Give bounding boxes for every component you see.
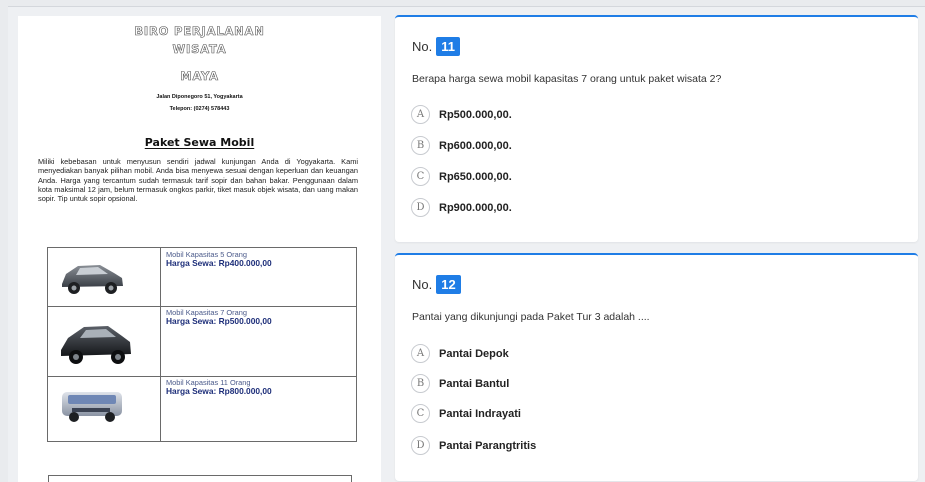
option-b[interactable]: B Pantai Bantul xyxy=(411,374,509,393)
option-letter-circle: B xyxy=(411,374,430,393)
option-c[interactable]: C Rp650.000,00. xyxy=(411,167,512,186)
table-row: Mobil Kapasitas 7 Orang Harga Sewa: Rp50… xyxy=(48,306,356,377)
car-5-seat-icon xyxy=(62,265,123,294)
question-number-badge: 12 xyxy=(436,275,461,294)
table-row: Mobil Kapasitas 11 Orang Harga Sewa: Rp8… xyxy=(48,376,356,441)
window-top-frame xyxy=(0,0,925,7)
option-text: Pantai Parangtritis xyxy=(439,439,537,452)
car-image xyxy=(48,306,161,376)
car-image xyxy=(48,376,161,441)
option-text: Pantai Depok xyxy=(439,347,509,360)
window-left-frame xyxy=(0,6,8,482)
option-letter-circle: D xyxy=(411,436,430,455)
question-text: Pantai yang dikunjungi pada Paket Tur 3 … xyxy=(412,311,650,323)
option-text: Rp500.000,00. xyxy=(439,108,512,121)
option-letter-circle: A xyxy=(411,344,430,363)
option-letter-circle: B xyxy=(411,136,430,155)
doc-title-line1: BIRO PERJALANAN xyxy=(134,24,265,38)
option-letter-circle: C xyxy=(411,167,430,186)
car-11-seat-icon xyxy=(62,392,122,422)
option-text: Pantai Bantul xyxy=(439,377,510,390)
car-image xyxy=(48,248,161,306)
option-text: Rp900.000,00. xyxy=(439,201,512,214)
reading-document: BIRO PERJALANAN WISATA MAYA Jalan Dipone… xyxy=(18,16,381,482)
option-text: Rp650.000,00. xyxy=(439,170,512,183)
option-letter-circle: D xyxy=(411,198,430,217)
next-table-top xyxy=(48,475,352,482)
doc-address: Jalan Diponegoro 51, Yogyakarta xyxy=(156,94,243,100)
doc-paragraph: Miliki kebebasan untuk menyusun sendiri … xyxy=(38,157,358,204)
car-price: Harga Sewa: Rp500.000,00 xyxy=(166,316,272,326)
doc-title-line3: MAYA xyxy=(180,69,219,83)
doc-title-line2: WISATA xyxy=(172,42,227,56)
table-row: Mobil Kapasitas 5 Orang Harga Sewa: Rp40… xyxy=(48,248,356,307)
option-a[interactable]: A Rp500.000,00. xyxy=(411,105,512,124)
question-text: Berapa harga sewa mobil kapasitas 7 oran… xyxy=(412,73,722,85)
option-d[interactable]: D Pantai Parangtritis xyxy=(411,436,536,455)
question-number: No. 11 xyxy=(412,37,460,56)
option-a[interactable]: A Pantai Depok xyxy=(411,344,509,363)
question-number: No. 12 xyxy=(412,275,461,294)
car-price: Harga Sewa: Rp400.000,00 xyxy=(166,258,272,268)
question-number-label: No. xyxy=(412,39,433,54)
option-d[interactable]: D Rp900.000,00. xyxy=(411,198,512,217)
question-number-label: No. xyxy=(412,277,433,292)
option-c[interactable]: C Pantai Indrayati xyxy=(411,404,521,423)
car-price: Harga Sewa: Rp800.000,00 xyxy=(166,386,272,396)
option-text: Pantai Indrayati xyxy=(439,407,521,420)
question-number-badge: 11 xyxy=(436,37,460,56)
option-letter-circle: A xyxy=(411,105,430,124)
question-card-11: No. 11 Berapa harga sewa mobil kapasitas… xyxy=(395,15,918,242)
question-card-12: No. 12 Pantai yang dikunjungi pada Paket… xyxy=(395,253,918,481)
option-b[interactable]: B Rp600.000,00. xyxy=(411,136,512,155)
option-letter-circle: C xyxy=(411,404,430,423)
car-rental-table: Mobil Kapasitas 5 Orang Harga Sewa: Rp40… xyxy=(47,247,357,442)
doc-phone: Telepon: (0274) 578443 xyxy=(169,106,230,112)
doc-section-title: Paket Sewa Mobil xyxy=(144,136,255,149)
car-7-seat-icon xyxy=(61,326,131,364)
option-text: Rp600.000,00. xyxy=(439,139,512,152)
